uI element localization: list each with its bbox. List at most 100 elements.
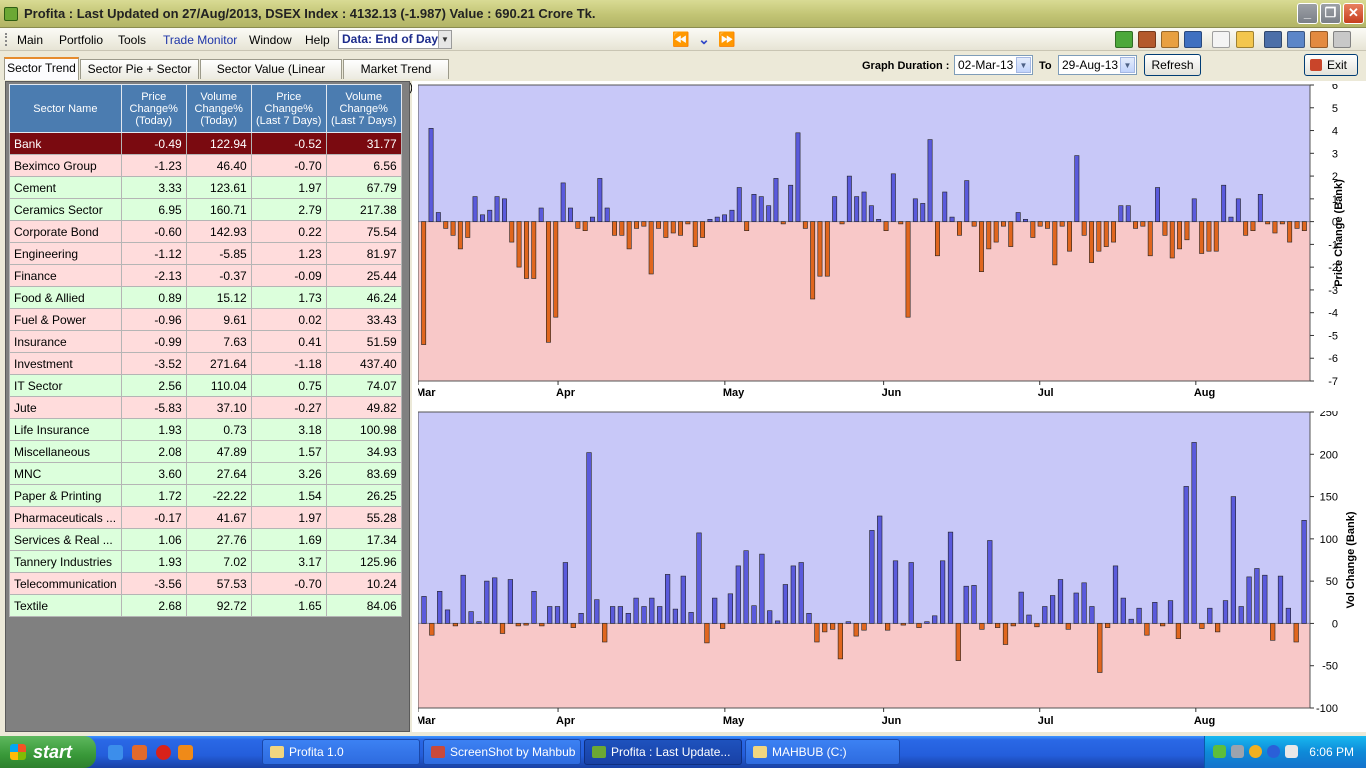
tab-sector-value[interactable]: Sector Value (Linear Graph) bbox=[200, 59, 342, 94]
nav-first-button[interactable]: ⏪ bbox=[670, 30, 692, 49]
chart-bar[interactable] bbox=[1057, 579, 1064, 624]
to-date-picker[interactable]: 29-Aug-13 ▼ bbox=[1058, 55, 1137, 75]
table-row[interactable]: Investment -3.52 271.64 -1.18 437.40 bbox=[9, 352, 402, 375]
chart-bar[interactable] bbox=[602, 623, 608, 643]
usb-icon[interactable] bbox=[1285, 745, 1298, 758]
chart-bar[interactable] bbox=[942, 191, 948, 222]
chart-bar[interactable] bbox=[1155, 187, 1161, 223]
chart-bar[interactable] bbox=[1235, 198, 1241, 222]
chart-bar[interactable] bbox=[1230, 496, 1236, 624]
bluetooth-icon[interactable] bbox=[1267, 745, 1280, 758]
chart-bar[interactable] bbox=[656, 221, 661, 229]
chart-bar[interactable] bbox=[633, 597, 639, 624]
chart-bar[interactable] bbox=[604, 207, 610, 222]
col-header-sector[interactable]: Sector Name bbox=[9, 84, 122, 133]
refresh-swap-icon[interactable] bbox=[1184, 31, 1202, 48]
chart-bar[interactable] bbox=[515, 623, 521, 627]
chart-bar[interactable] bbox=[1034, 623, 1040, 628]
taskbar-item-drive[interactable]: MAHBUB (C:) bbox=[745, 739, 900, 765]
chart-bar[interactable] bbox=[494, 196, 500, 222]
data-source-select[interactable]: Data: End of Day ▼ bbox=[338, 30, 452, 49]
close-button[interactable]: ✕ bbox=[1343, 3, 1364, 24]
chart-bar[interactable] bbox=[444, 609, 451, 624]
chart-bar[interactable] bbox=[1089, 606, 1095, 624]
chart-bar[interactable] bbox=[1214, 623, 1221, 633]
chart-bar[interactable] bbox=[1147, 221, 1153, 257]
volume-icon[interactable] bbox=[1231, 745, 1244, 758]
taskbar-item-profita-window[interactable]: Profita : Last Update... bbox=[584, 739, 742, 765]
chart-bar[interactable] bbox=[575, 221, 581, 229]
chart-bar[interactable] bbox=[590, 216, 595, 223]
folder-icon[interactable] bbox=[1236, 31, 1254, 48]
printer-icon[interactable] bbox=[1333, 31, 1351, 48]
col-header-volume-today[interactable]: Volume Change% (Today) bbox=[185, 84, 252, 133]
chart-bar[interactable] bbox=[672, 608, 679, 624]
chart-bar[interactable] bbox=[1254, 568, 1260, 624]
chevron-down-icon[interactable]: ▼ bbox=[1016, 57, 1031, 73]
chart-bar[interactable] bbox=[722, 214, 727, 222]
chart-bar[interactable] bbox=[700, 221, 705, 238]
chart-bar[interactable] bbox=[670, 221, 676, 234]
chart-bar[interactable] bbox=[1207, 607, 1213, 624]
chart-bar[interactable] bbox=[1044, 221, 1050, 229]
chart-bar[interactable] bbox=[435, 212, 441, 222]
chart-bar[interactable] bbox=[817, 221, 823, 277]
chart-bar[interactable] bbox=[845, 621, 851, 624]
exit-button[interactable]: Exit bbox=[1304, 54, 1358, 76]
chart-bar[interactable] bbox=[1206, 221, 1212, 252]
chart-bar[interactable] bbox=[692, 221, 698, 247]
chart-bar[interactable] bbox=[1133, 221, 1139, 229]
chart-bar[interactable] bbox=[790, 565, 796, 624]
chart-bar[interactable] bbox=[1120, 597, 1126, 624]
chart-bar[interactable] bbox=[788, 184, 794, 222]
chart-bar[interactable] bbox=[890, 173, 896, 222]
chart-bar[interactable] bbox=[1301, 221, 1307, 232]
chart-bar[interactable] bbox=[782, 584, 789, 624]
chart-bar[interactable] bbox=[802, 221, 808, 229]
chart-bar[interactable] bbox=[707, 219, 713, 222]
chart-bar[interactable] bbox=[502, 198, 507, 222]
chart-bar[interactable] bbox=[994, 623, 1001, 628]
chart-bar[interactable] bbox=[657, 606, 663, 624]
chart-bar[interactable] bbox=[743, 550, 749, 624]
chart-bar[interactable] bbox=[956, 221, 962, 236]
chart-bar[interactable] bbox=[712, 597, 718, 624]
chart-bar[interactable] bbox=[795, 132, 801, 222]
maximize-button[interactable]: ❐ bbox=[1320, 3, 1341, 24]
chart-bar[interactable] bbox=[1238, 606, 1244, 624]
chart-bar[interactable] bbox=[876, 219, 882, 222]
chart-bar[interactable] bbox=[780, 221, 786, 225]
menu-help[interactable]: Help bbox=[301, 31, 334, 49]
chart-bar[interactable] bbox=[853, 623, 859, 637]
chart-bar[interactable] bbox=[719, 623, 726, 629]
chart-bar[interactable] bbox=[1065, 623, 1071, 630]
table-row[interactable]: Insurance -0.99 7.63 0.41 51.59 bbox=[9, 330, 402, 353]
chart-bar[interactable] bbox=[1026, 614, 1032, 624]
chart-bar[interactable] bbox=[1144, 623, 1150, 636]
chevron-down-icon[interactable]: ▼ bbox=[438, 31, 451, 48]
chart-bar[interactable] bbox=[1279, 221, 1285, 225]
chart-bar[interactable] bbox=[1162, 221, 1168, 236]
chart-bar[interactable] bbox=[1222, 600, 1229, 624]
chart-bar[interactable] bbox=[524, 221, 529, 279]
chart-bar[interactable] bbox=[578, 613, 584, 624]
chart-bar[interactable] bbox=[582, 221, 588, 232]
chart-bar[interactable] bbox=[586, 452, 592, 624]
chart-bar[interactable] bbox=[806, 613, 812, 624]
chart-bar[interactable] bbox=[1118, 205, 1124, 222]
table-row[interactable]: Life Insurance 1.93 0.73 3.18 100.98 bbox=[9, 418, 402, 441]
chart-bar[interactable] bbox=[562, 562, 569, 624]
menu-window[interactable]: Window bbox=[245, 31, 296, 49]
tab-sector-trend[interactable]: Sector Trend bbox=[4, 57, 79, 80]
table-row[interactable]: Telecommunication -3.56 57.53 -0.70 10.24 bbox=[9, 572, 402, 595]
chart-bar[interactable] bbox=[1015, 212, 1021, 222]
chart-bar[interactable] bbox=[465, 221, 471, 238]
chart-bar[interactable] bbox=[1177, 221, 1183, 250]
chart-bar[interactable] bbox=[916, 623, 922, 628]
chart-bar[interactable] bbox=[594, 599, 600, 624]
table-row[interactable]: MNC 3.60 27.64 3.26 83.69 bbox=[9, 462, 402, 485]
chart-bar[interactable] bbox=[1111, 221, 1117, 243]
chart-bar[interactable] bbox=[1191, 198, 1197, 222]
chart-bar[interactable] bbox=[846, 175, 852, 222]
chart-bar[interactable] bbox=[476, 621, 482, 624]
